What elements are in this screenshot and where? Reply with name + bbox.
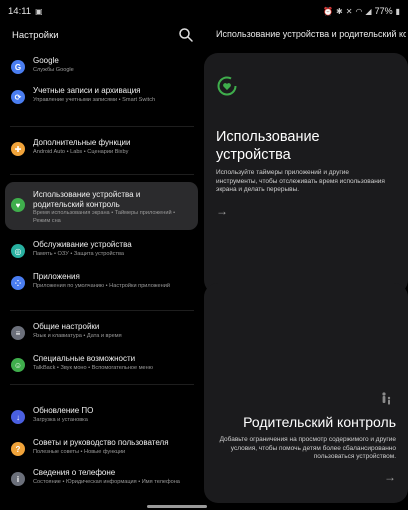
settings-item-title: Дополнительные функции	[33, 138, 131, 147]
card-heading-line1: Использование	[216, 129, 320, 145]
settings-item-title: Советы и руководство пользователя	[33, 438, 169, 447]
tips-icon: ?	[11, 442, 25, 456]
settings-item-accounts[interactable]: ⟳ Учетные записи и архивация Управление …	[5, 78, 198, 124]
apps-icon: ⁘	[11, 276, 25, 290]
page-title: Настройки	[12, 29, 59, 41]
info-icon: i	[11, 472, 25, 486]
status-time: 14:11	[8, 5, 32, 17]
settings-item-title: Google	[33, 56, 59, 65]
divider	[10, 174, 194, 175]
divider	[10, 126, 194, 127]
accessibility-icon: ☺	[11, 358, 25, 372]
settings-item-title: Приложения	[33, 272, 80, 281]
wifi-icon: ◠	[355, 6, 363, 16]
parental-controls-card[interactable]: Родительский контроль Добавьте ограничен…	[204, 283, 408, 503]
card-description: Добавьте ограничения на просмотр содержи…	[219, 436, 396, 460]
star-gear-icon: ✚	[11, 142, 25, 156]
settings-item-title: Обновление ПО	[33, 406, 94, 415]
settings-item-apps[interactable]: ⁘ Приложения Приложения по умолчанию • Н…	[5, 264, 198, 310]
settings-item-subtitle: Приложения по умолчанию • Настройки прил…	[33, 283, 170, 289]
settings-item-subtitle: Память • ОЗУ • Защита устройства	[33, 251, 125, 257]
settings-item-subtitle: Состояние • Юридическая информация • Имя…	[33, 479, 180, 485]
settings-header: Настройки	[0, 22, 204, 48]
settings-item-subtitle: Android Auto • Labs • Сценарии Bixby	[33, 149, 129, 155]
wellbeing-icon: ♥	[11, 198, 25, 212]
search-icon	[179, 28, 193, 42]
mute-icon: ✕	[345, 6, 353, 16]
arrow-right-icon[interactable]: →	[384, 470, 396, 484]
family-icon	[382, 392, 391, 405]
sync-icon: ⟳	[11, 90, 25, 104]
battery-level: 77%	[374, 6, 393, 16]
arrow-right-icon[interactable]: →	[216, 204, 228, 218]
settings-item-advanced-features[interactable]: ✚ Дополнительные функции Android Auto • …	[5, 130, 198, 176]
divider	[10, 310, 194, 311]
settings-item-title: Общие настройки	[33, 322, 100, 331]
google-icon: G	[11, 60, 25, 74]
alarm-icon: ⏰	[323, 6, 334, 16]
gallery-notification-icon: ▣	[35, 6, 43, 16]
settings-item-title: Учетные записи и архивация	[33, 86, 141, 95]
settings-item-subtitle: Службы Google	[33, 67, 74, 73]
update-icon: ↓	[11, 410, 25, 424]
settings-item-subtitle: Управление учетными записями • Smart Swi…	[33, 97, 156, 103]
home-indicator[interactable]	[147, 505, 207, 508]
card-description: Используйте таймеры приложений и другие …	[216, 169, 385, 193]
search-button[interactable]	[178, 27, 194, 43]
settings-item-about-phone[interactable]: i Сведения о телефоне Состояние • Юридич…	[5, 460, 198, 506]
sliders-icon: ≡	[11, 326, 25, 340]
settings-item-subtitle: Время использования экрана • Таймеры при…	[33, 210, 176, 224]
divider	[10, 384, 194, 385]
settings-item-title: Сведения о телефоне	[33, 468, 116, 477]
settings-item-subtitle: Загрузка и установка	[33, 417, 88, 423]
settings-pane: Настройки G Google Службы Google ⟳ Учетн…	[0, 22, 204, 510]
settings-item-digital-wellbeing[interactable]: ♥ Использование устройства и родительски…	[5, 182, 198, 230]
wellbeing-heart-icon	[217, 76, 237, 96]
card-heading: Родительский контроль	[243, 414, 396, 430]
settings-item-title: Специальные возможности	[33, 354, 136, 363]
settings-item-title: Обслуживание устройства	[33, 240, 132, 249]
bluetooth-icon: ✱	[336, 6, 343, 16]
battery-icon: ▮	[395, 6, 400, 16]
card-heading: Использование устройства	[216, 128, 396, 164]
detail-title: Использование устройства и родительский …	[216, 29, 406, 39]
settings-item-accessibility[interactable]: ☺ Специальные возможности TalkBack • Зву…	[5, 346, 198, 392]
settings-item-title: Использование устройства и родительский …	[33, 190, 141, 209]
care-icon: ◎	[11, 244, 25, 258]
card-heading-line2: устройства	[216, 147, 291, 163]
signal-icon: ◢	[365, 6, 372, 16]
settings-item-subtitle: TalkBack • Звук моно • Вспомогательное м…	[33, 365, 153, 371]
detail-pane: Использование устройства и родительский …	[204, 22, 408, 510]
settings-item-subtitle: Язык и клавиатура • Дата и время	[33, 333, 122, 339]
digital-wellbeing-card[interactable]: Использование устройства Используйте тай…	[204, 53, 408, 294]
status-bar: 14:11 ▣ ⏰ ✱ ✕ ◠ ◢ 77% ▮	[0, 0, 408, 22]
settings-item-subtitle: Полезные советы • Новые функции	[33, 449, 126, 455]
